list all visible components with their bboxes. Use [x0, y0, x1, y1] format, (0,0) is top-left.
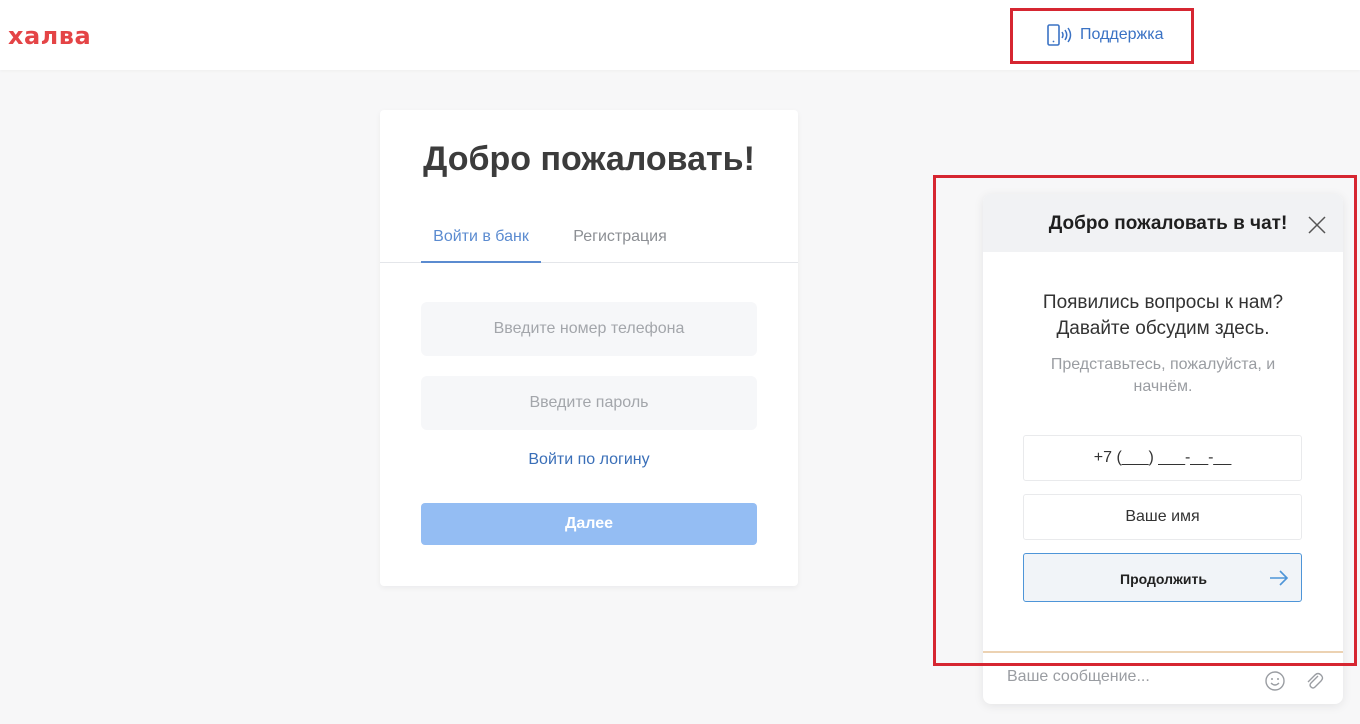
close-icon[interactable]: [1305, 213, 1329, 237]
chat-message-input[interactable]: Ваше сообщение...: [1007, 668, 1247, 686]
chat-title: Добро пожаловать в чат!: [1048, 213, 1288, 234]
chat-subtitle: Представьтесь, пожалуйста, и начнём.: [1050, 356, 1276, 395]
continue-button[interactable]: Продолжить: [1023, 553, 1302, 602]
chat-phone-input[interactable]: [1023, 435, 1302, 481]
arrow-right-icon: [1270, 570, 1289, 586]
support-label: Поддержка: [1080, 26, 1164, 43]
chat-divider: [983, 651, 1343, 653]
tab-registration[interactable]: Регистрация: [561, 228, 679, 263]
login-by-username-link[interactable]: Войти по логину: [380, 451, 798, 469]
phone-input[interactable]: [421, 302, 757, 356]
support-link[interactable]: Поддержка: [1046, 22, 1163, 48]
top-header: халва Поддержка: [0, 0, 1360, 70]
tab-login-bank[interactable]: Войти в банк: [421, 228, 541, 263]
chat-name-input[interactable]: [1023, 494, 1302, 540]
chat-widget: Добро пожаловать в чат! Появились вопрос…: [983, 194, 1343, 704]
login-card: Добро пожаловать! Войти в банк Регистрац…: [380, 110, 798, 586]
continue-button-label: Продолжить: [1120, 571, 1207, 587]
welcome-title: Добро пожаловать!: [423, 140, 755, 178]
paperclip-icon[interactable]: [1303, 670, 1325, 692]
login-tabs: Войти в банк Регистрация: [380, 220, 798, 263]
chat-question: Появились вопросы к нам? Давайте обсудим…: [1042, 292, 1284, 339]
chat-header: Добро пожаловать в чат!: [983, 194, 1343, 252]
password-input[interactable]: [421, 376, 757, 430]
halva-logo[interactable]: халва: [8, 22, 91, 50]
emoji-icon[interactable]: [1264, 670, 1286, 692]
phone-signal-icon: [1047, 24, 1072, 46]
next-button[interactable]: Далее: [421, 503, 757, 545]
